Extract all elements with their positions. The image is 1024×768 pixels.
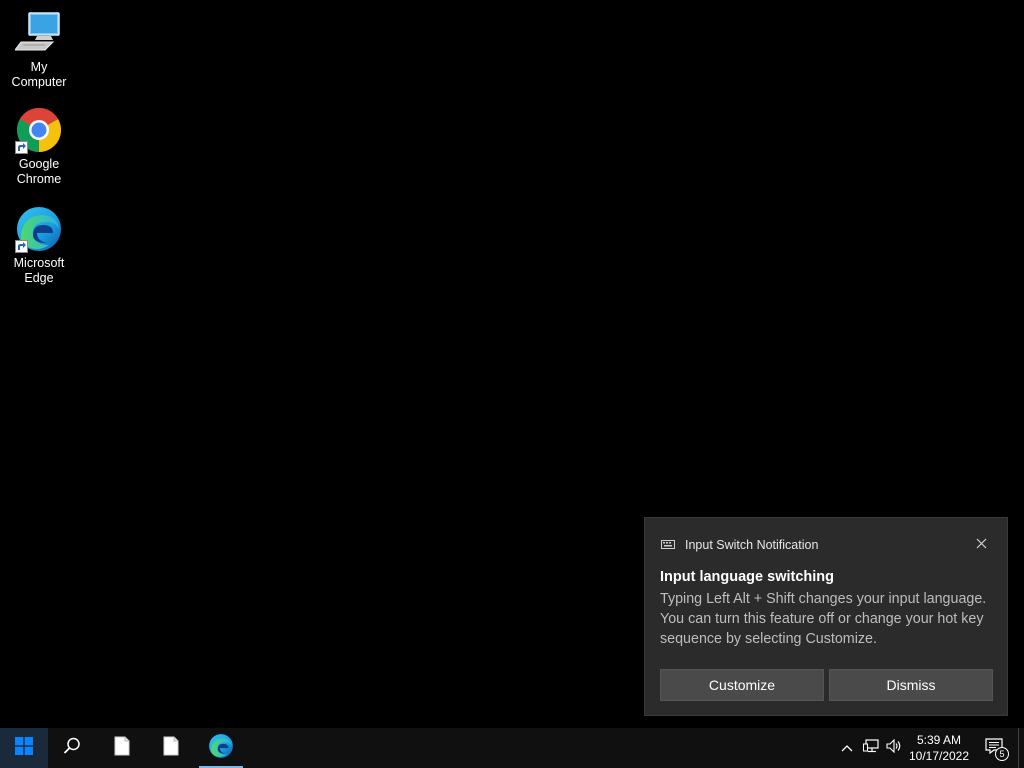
edge-icon xyxy=(15,205,63,253)
network-button[interactable] xyxy=(860,728,882,768)
search-icon xyxy=(63,737,81,760)
desktop-icon-google-chrome[interactable]: Google Chrome xyxy=(0,106,78,187)
taskbar-clock[interactable]: 5:39 AM 10/17/2022 xyxy=(906,731,972,765)
taskbar-app-edge[interactable] xyxy=(197,728,245,768)
chevron-up-icon xyxy=(841,739,853,757)
desktop-icon-label-text: Google Chrome xyxy=(16,157,62,186)
customize-button[interactable]: Customize xyxy=(660,669,824,701)
show-desktop-button[interactable] xyxy=(1018,728,1024,768)
blank-document-icon xyxy=(163,736,179,761)
desktop-icon-label: Google Chrome xyxy=(11,157,67,187)
desktop-icon-label-text: Microsoft Edge xyxy=(13,256,65,285)
desktop: My Computer Google Chrome Microsoft Edge… xyxy=(0,0,1024,728)
clock-time: 5:39 AM xyxy=(916,733,962,747)
close-icon[interactable] xyxy=(973,535,989,551)
desktop-icon-my-computer[interactable]: My Computer xyxy=(0,9,78,90)
notification-title: Input language switching xyxy=(660,569,834,585)
notification-header: Input Switch Notification xyxy=(661,536,991,554)
keyboard-icon xyxy=(661,539,675,551)
blank-document-icon xyxy=(114,736,130,761)
taskbar-app-document-1[interactable] xyxy=(98,728,146,768)
taskbar-app-document-2[interactable] xyxy=(147,728,195,768)
edge-icon xyxy=(208,733,234,764)
desktop-icon-label: My Computer xyxy=(11,60,67,89)
notification-app-name: Input Switch Notification xyxy=(685,538,819,552)
notification-body: Typing Left Alt + Shift changes your inp… xyxy=(660,591,987,647)
volume-button[interactable] xyxy=(883,728,905,768)
desktop-icon-label: Microsoft Edge xyxy=(7,256,71,286)
notification-toast[interactable]: Input Switch Notification Input language… xyxy=(644,517,1008,716)
desktop-icon-microsoft-edge[interactable]: Microsoft Edge xyxy=(0,205,78,286)
volume-icon xyxy=(886,738,902,758)
start-button[interactable] xyxy=(0,728,48,768)
shortcut-arrow-icon xyxy=(15,141,28,154)
taskbar: 5:39 AM 10/17/2022 5 xyxy=(0,728,1024,768)
notification-count-badge: 5 xyxy=(995,747,1009,761)
search-button[interactable] xyxy=(48,728,96,768)
computer-icon xyxy=(14,9,63,57)
dismiss-button[interactable]: Dismiss xyxy=(829,669,993,701)
shortcut-arrow-icon xyxy=(15,240,28,253)
action-center-button[interactable]: 5 xyxy=(979,728,1009,768)
clock-date: 10/17/2022 xyxy=(908,749,970,763)
chrome-icon xyxy=(15,106,63,154)
network-icon xyxy=(863,738,879,758)
show-hidden-icons-button[interactable] xyxy=(836,728,858,768)
windows-logo-icon xyxy=(15,736,33,760)
